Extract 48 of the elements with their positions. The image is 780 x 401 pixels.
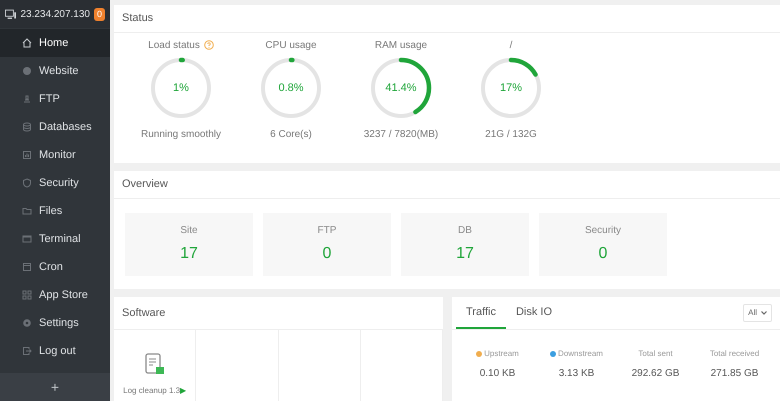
panel-title: Overview — [122, 177, 168, 192]
database-icon — [22, 122, 32, 132]
gauge-value: 41.4% — [385, 80, 417, 96]
stat-label: Total sent — [638, 348, 673, 360]
progress-ring — [150, 57, 212, 119]
stat-label: Downstream — [558, 348, 603, 360]
gear-icon — [22, 318, 32, 328]
stat-label: Total received — [710, 348, 760, 360]
document-icon — [144, 353, 165, 375]
caret-icon — [761, 311, 767, 315]
home-icon — [22, 38, 32, 48]
monitor-icon — [5, 8, 16, 20]
progress-ring — [370, 57, 432, 119]
shield-icon — [22, 178, 32, 188]
gauge-label: / — [510, 38, 512, 52]
chart-icon — [22, 150, 32, 160]
filter-dropdown[interactable]: All — [743, 304, 772, 322]
stat-value: 0.10 KB — [480, 367, 516, 381]
stat-value: 292.62 GB — [632, 367, 680, 381]
panel-title: Software — [122, 306, 166, 321]
gauge-detail: 3237 / 7820(MB) — [364, 128, 438, 142]
progress-ring — [260, 57, 322, 119]
tab[interactable]: Traffic — [456, 297, 506, 329]
gauge-detail: 21G / 132G — [485, 128, 537, 142]
calendar-icon — [22, 262, 32, 272]
gauge-label: RAM usage — [374, 38, 428, 52]
grid-icon — [22, 290, 32, 300]
gauge-value: 17% — [500, 80, 522, 96]
stat-value: 271.85 GB — [710, 367, 758, 381]
logout-icon — [22, 346, 32, 356]
panel-title: Status — [122, 11, 154, 26]
gauge-detail: Running smoothly — [140, 128, 222, 142]
stat-value: 3.13 KB — [558, 367, 594, 381]
stat-label: Upstream — [484, 348, 519, 360]
software-item[interactable]: Log cleanup 1.3▶ — [123, 385, 186, 397]
gauge-value: 1% — [173, 80, 189, 96]
gauge-value: 0.8% — [278, 80, 304, 96]
tab[interactable]: Disk IO — [506, 297, 562, 329]
folder-icon — [22, 206, 32, 216]
add-button[interactable]: + — [0, 373, 110, 401]
terminal-icon — [22, 234, 32, 244]
gauge-detail: 6 Core(s) — [270, 128, 312, 142]
gauge-label: CPU usage — [265, 38, 317, 52]
sidebar-item[interactable]: Home — [0, 29, 110, 57]
help-icon[interactable] — [204, 40, 214, 50]
server-address: 23.234.207.130 — [20, 8, 90, 22]
progress-ring — [480, 57, 542, 119]
gauge-label: Load status — [148, 38, 200, 52]
